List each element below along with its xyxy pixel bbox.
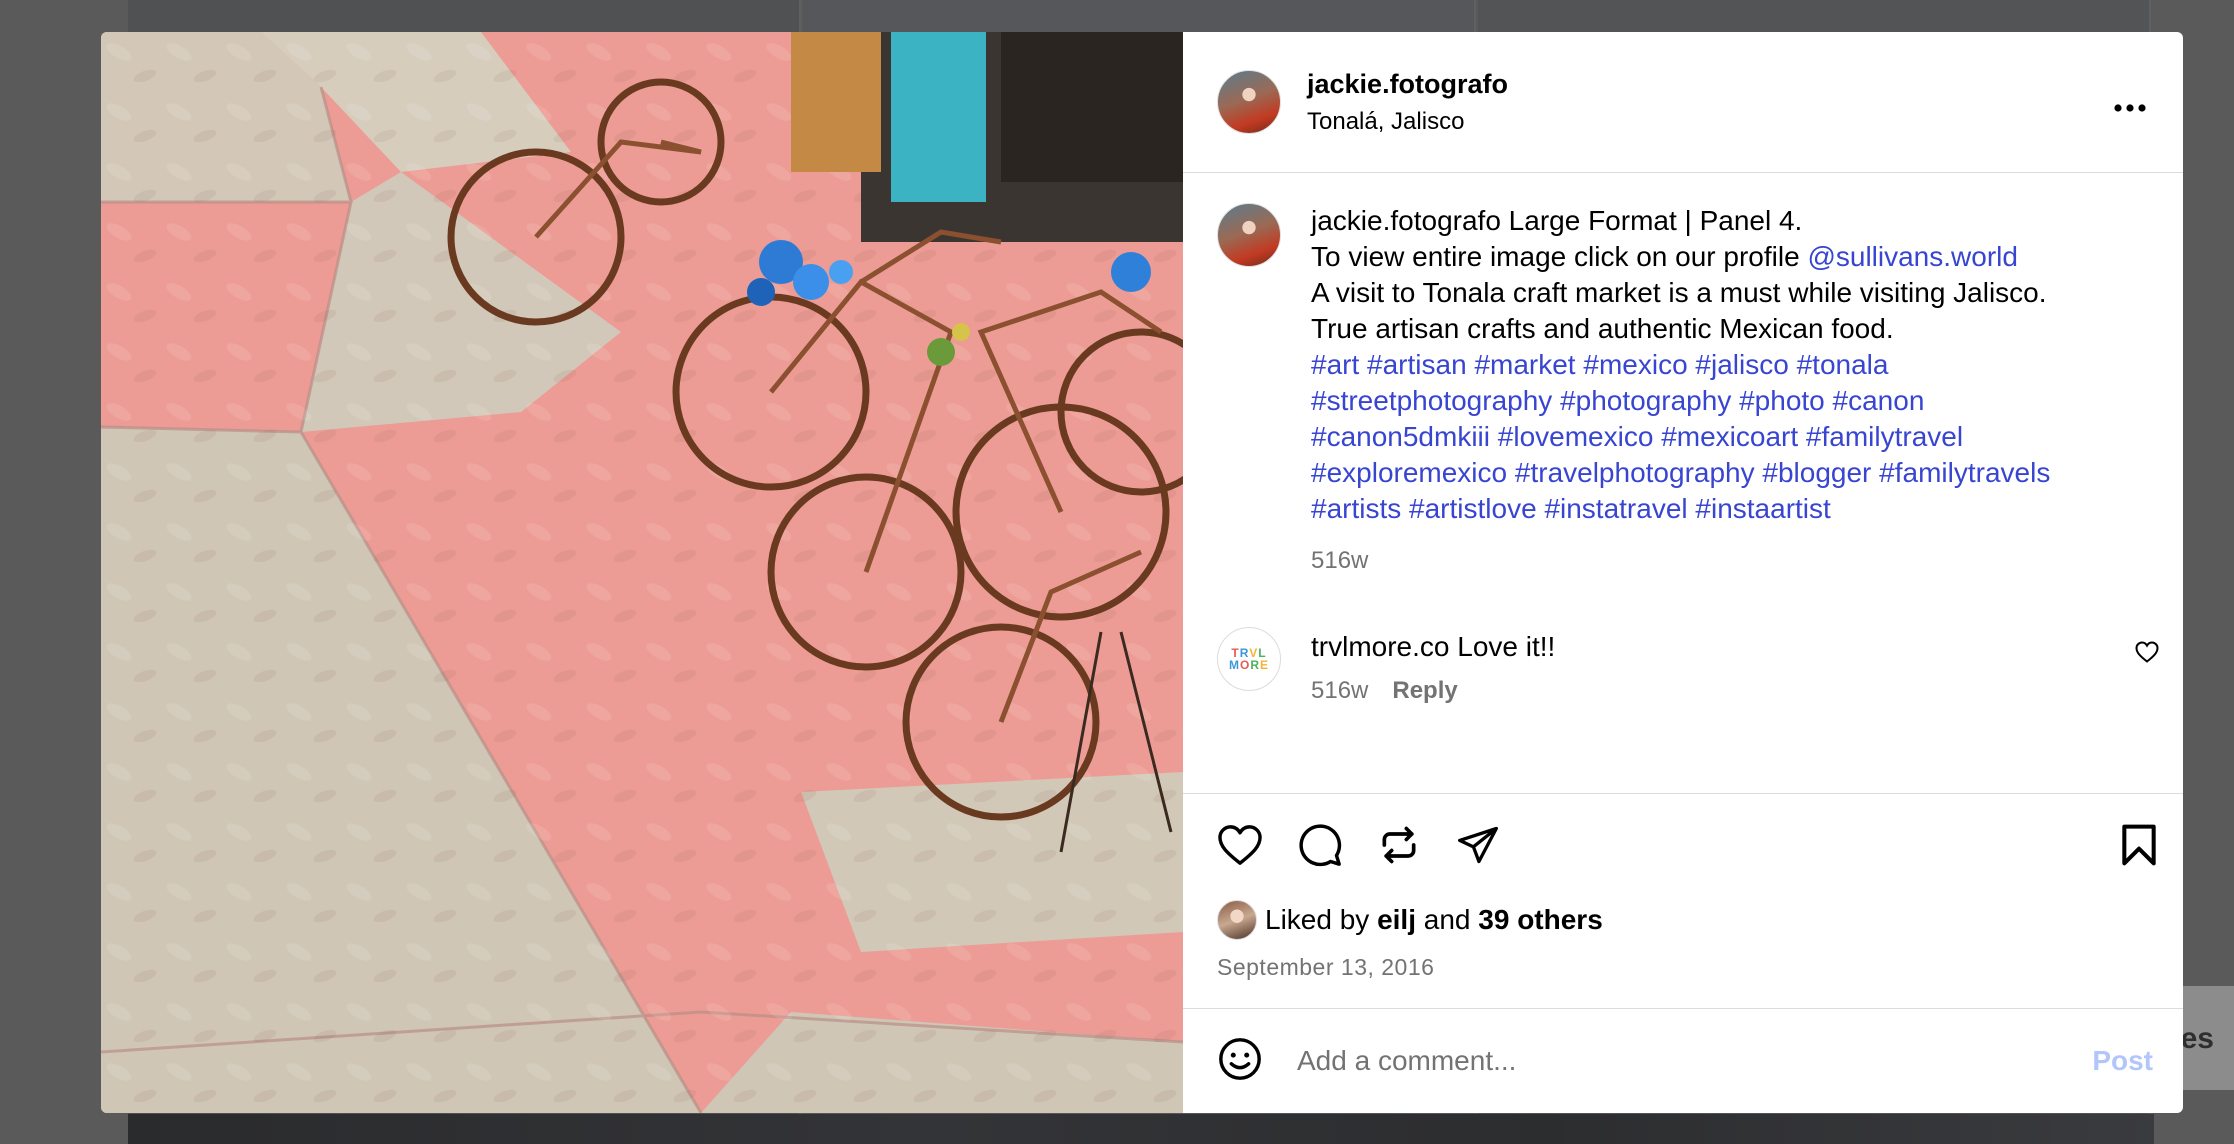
post-comment-button[interactable]: Post [2092, 1045, 2153, 1077]
caption-body: jackie.fotografo Large Format | Panel 4.… [1311, 203, 2050, 579]
author-username[interactable]: jackie.fotografo [1307, 69, 2101, 100]
action-bar [1217, 820, 2159, 870]
caption-line-3: A visit to Tonala craft market is a must… [1311, 277, 2047, 308]
comments-section[interactable]: jackie.fotografo Large Format | Panel 4.… [1183, 173, 2183, 793]
more-options-icon[interactable] [2101, 85, 2159, 119]
comment-text-line: trvlmore.co Love it!! [1311, 627, 2135, 665]
caption-line-1: jackie.fotografo Large Format | Panel 4. [1311, 203, 2050, 239]
comment-text: Love it!! [1457, 631, 1556, 662]
send-icon[interactable] [1455, 823, 1501, 867]
caption-author-avatar[interactable] [1217, 203, 1281, 267]
hashtag-link[interactable]: #instatravel [1544, 493, 1687, 524]
hashtag-link[interactable]: #lovemexico [1498, 421, 1654, 452]
author-avatar[interactable] [1217, 70, 1281, 134]
comment-body: trvlmore.co Love it!! 516w Reply [1311, 627, 2135, 705]
hashtag-link[interactable]: #canon [1833, 385, 1925, 416]
hashtag-link[interactable]: #artistlove [1409, 493, 1537, 524]
caption-profile-text: To view entire image click on our profil… [1311, 241, 1808, 272]
caption-text: Large Format | Panel 4. [1508, 205, 1803, 236]
hashtag-link[interactable]: #market [1474, 349, 1575, 380]
caption-line-2: To view entire image click on our profil… [1311, 239, 2050, 275]
post-photo [101, 32, 1183, 1113]
hashtag-line: #exploremexico #travelphotography #blogg… [1311, 455, 2050, 491]
hashtag-link[interactable]: #photo [1739, 385, 1825, 416]
add-comment-bar: Post [1183, 1008, 2183, 1113]
comment-item: TRVL MORE trvlmore.co Love it!! 516w Rep… [1217, 627, 2159, 705]
hashtag-link[interactable]: #artists [1311, 493, 1401, 524]
comment-bubble-icon[interactable] [1297, 822, 1343, 868]
caption-line-4: True artisan crafts and authentic Mexica… [1311, 313, 1894, 344]
post-date[interactable]: September 13, 2016 [1217, 954, 2159, 981]
ellipsis-icon [2114, 104, 2146, 112]
bookmark-icon[interactable] [2119, 823, 2159, 867]
hashtag-link[interactable]: #photography [1560, 385, 1731, 416]
reply-button[interactable]: Reply [1392, 677, 1457, 705]
hashtag-link[interactable]: #mexicoart [1661, 421, 1798, 452]
hashtag-list: #art #artisan #market #mexico #jalisco #… [1311, 347, 2050, 527]
avatar-logo-line: MORE [1228, 658, 1270, 672]
caption-username[interactable]: jackie.fotografo [1311, 205, 1501, 236]
hashtag-link[interactable]: #familytravel [1806, 421, 1963, 452]
hashtag-link[interactable]: #art [1311, 349, 1359, 380]
hashtag-link[interactable]: #tonala [1797, 349, 1889, 380]
hashtag-link[interactable]: #artisan [1367, 349, 1467, 380]
small-heart-icon[interactable] [2135, 641, 2159, 668]
comment-like-heart [2135, 641, 2159, 663]
liker-avatar[interactable] [1217, 900, 1257, 940]
comment-timestamp[interactable]: 516w [1311, 677, 1368, 705]
hashtag-link[interactable]: #mexico [1583, 349, 1687, 380]
caption-timestamp[interactable]: 516w [1311, 543, 2050, 579]
hashtag-link[interactable]: #exploremexico [1311, 457, 1507, 488]
hashtag-link[interactable]: #instaartist [1695, 493, 1830, 524]
post-location[interactable]: Tonalá, Jalisco [1307, 108, 2101, 136]
bicycle-sidewalk-photo [101, 32, 1183, 1113]
caption: jackie.fotografo Large Format | Panel 4.… [1217, 203, 2159, 579]
caption-mention-link[interactable]: @sullivans.world [1807, 241, 2018, 272]
post-modal: jackie.fotografo Tonalá, Jalisco jackie.… [101, 32, 2183, 1113]
hashtag-line: #streetphotography #photography #photo #… [1311, 383, 2050, 419]
post-details-panel: jackie.fotografo Tonalá, Jalisco jackie.… [1183, 32, 2183, 1113]
likes-summary: Liked by eilj and 39 others [1217, 900, 2159, 940]
hashtag-line: #art #artisan #market #mexico #jalisco #… [1311, 347, 2050, 383]
smiley-icon[interactable] [1217, 1036, 1263, 1087]
likes-prefix: Liked by [1265, 904, 1370, 935]
post-header: jackie.fotografo Tonalá, Jalisco [1183, 32, 2183, 173]
hashtag-link[interactable]: #streetphotography [1311, 385, 1552, 416]
hashtag-line: #artists #artistlove #instatravel #insta… [1311, 491, 2050, 527]
commenter-username[interactable]: trvlmore.co [1311, 631, 1449, 662]
post-actions: Liked by eilj and 39 others September 13… [1183, 793, 2183, 1008]
likes-others-link[interactable]: 39 others [1478, 904, 1603, 936]
background-photo-strip [128, 1114, 2154, 1144]
commenter-avatar[interactable]: TRVL MORE [1217, 627, 1281, 691]
comment-input[interactable] [1297, 1045, 2093, 1077]
background-peek-text: es [2180, 1022, 2214, 1055]
hashtag-link[interactable]: #jalisco [1695, 349, 1788, 380]
likes-middle: and [1423, 904, 1471, 935]
hashtag-link[interactable]: #blogger [1762, 457, 1871, 488]
repost-icon[interactable] [1377, 822, 1421, 868]
heart-icon[interactable] [1217, 824, 1263, 866]
hashtag-line: #canon5dmkiii #lovemexico #mexicoart #fa… [1311, 419, 2050, 455]
comment-meta: 516w Reply [1311, 677, 2135, 705]
hashtag-link[interactable]: #travelphotography [1515, 457, 1755, 488]
hashtag-link[interactable]: #familytravels [1879, 457, 2050, 488]
hashtag-link[interactable]: #canon5dmkiii [1311, 421, 1490, 452]
liker-username[interactable]: eilj [1377, 904, 1416, 936]
author-info: jackie.fotografo Tonalá, Jalisco [1307, 69, 2101, 136]
